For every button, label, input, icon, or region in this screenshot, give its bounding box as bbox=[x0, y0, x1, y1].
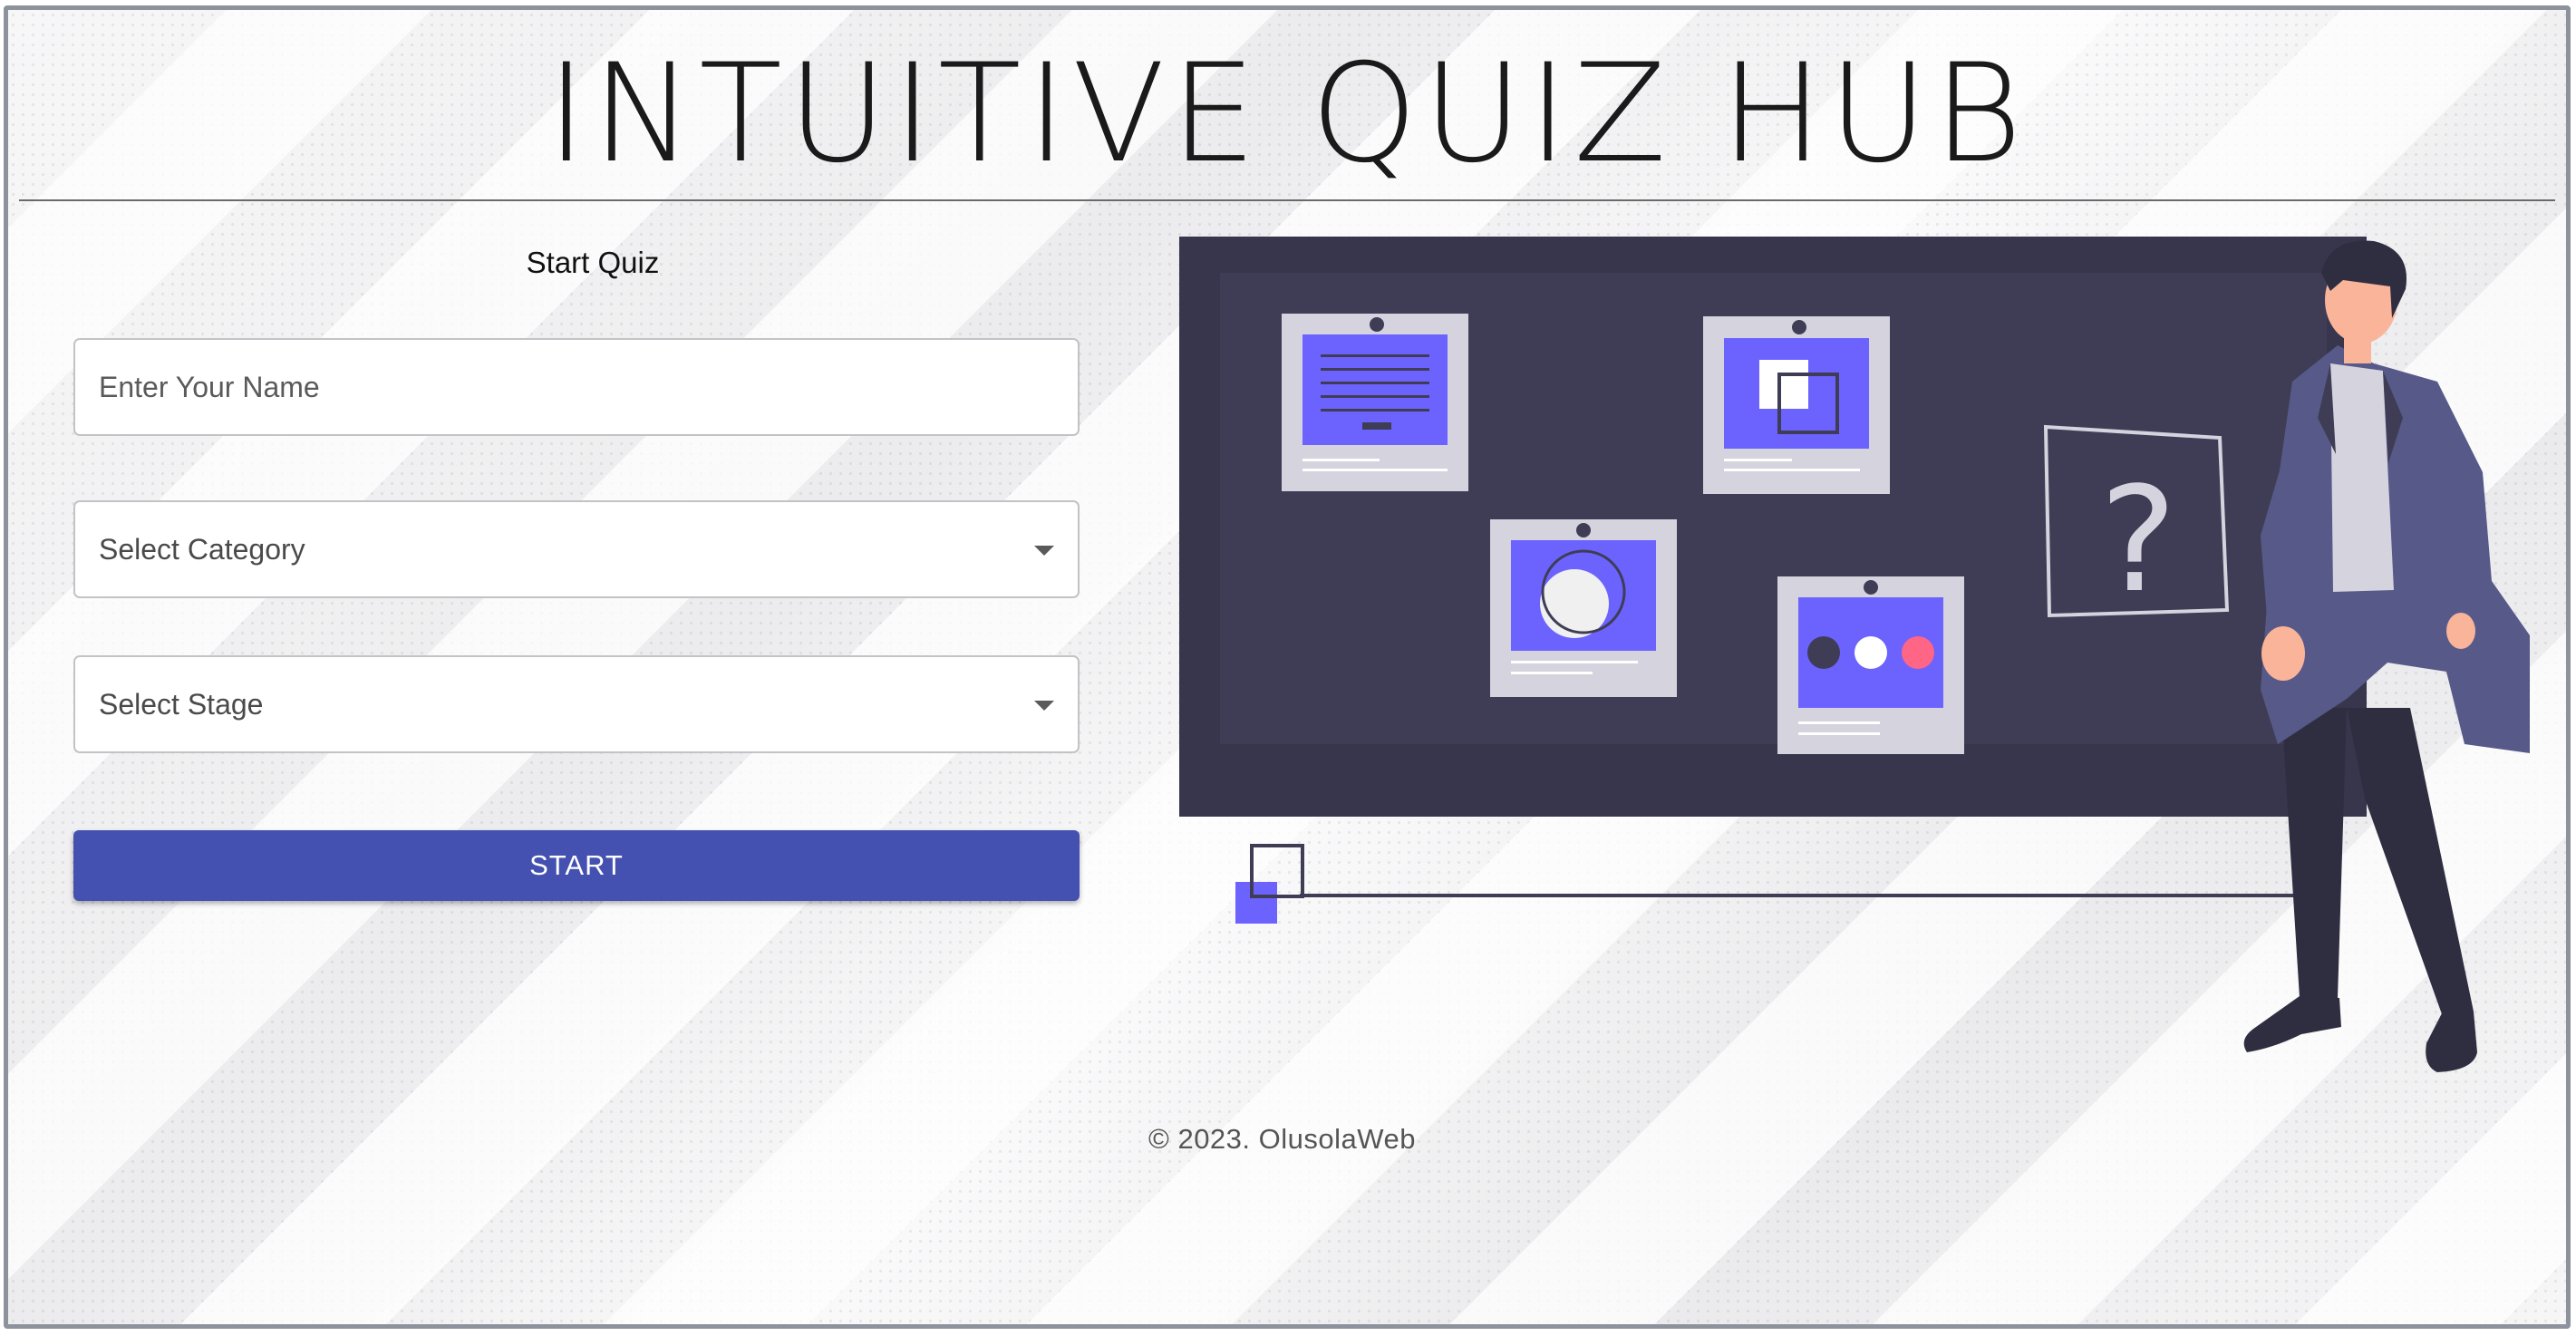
chevron-down-icon bbox=[1034, 701, 1054, 711]
text-card-icon bbox=[1282, 314, 1468, 491]
name-field[interactable] bbox=[73, 338, 1080, 436]
circle-card-icon bbox=[1490, 519, 1677, 697]
page-title: INTUITIVE QUIZ HUB bbox=[546, 35, 2029, 193]
quiz-board-illustration: ? bbox=[1179, 237, 2530, 1072]
category-select-label: Select Category bbox=[99, 533, 305, 566]
header-divider bbox=[19, 199, 2555, 201]
stage-select[interactable]: Select Stage bbox=[73, 655, 1080, 753]
filled-square-decoration bbox=[1235, 882, 1277, 924]
question-mark-text: ? bbox=[2100, 455, 2177, 624]
name-input[interactable] bbox=[75, 340, 1078, 434]
category-select[interactable]: Select Category bbox=[73, 500, 1080, 598]
start-button[interactable]: START bbox=[73, 830, 1080, 901]
app-window: INTUITIVE QUIZ HUB Start Quiz Select Cat… bbox=[4, 5, 2571, 1329]
copyright-footer: © 2023. OlusolaWeb bbox=[1148, 1123, 1416, 1155]
dots-card-icon bbox=[1777, 576, 1964, 754]
form-heading: Start Quiz bbox=[526, 246, 660, 279]
square-card-icon bbox=[1703, 316, 1890, 494]
chevron-down-icon bbox=[1034, 546, 1054, 556]
stage-select-label: Select Stage bbox=[99, 688, 264, 721]
